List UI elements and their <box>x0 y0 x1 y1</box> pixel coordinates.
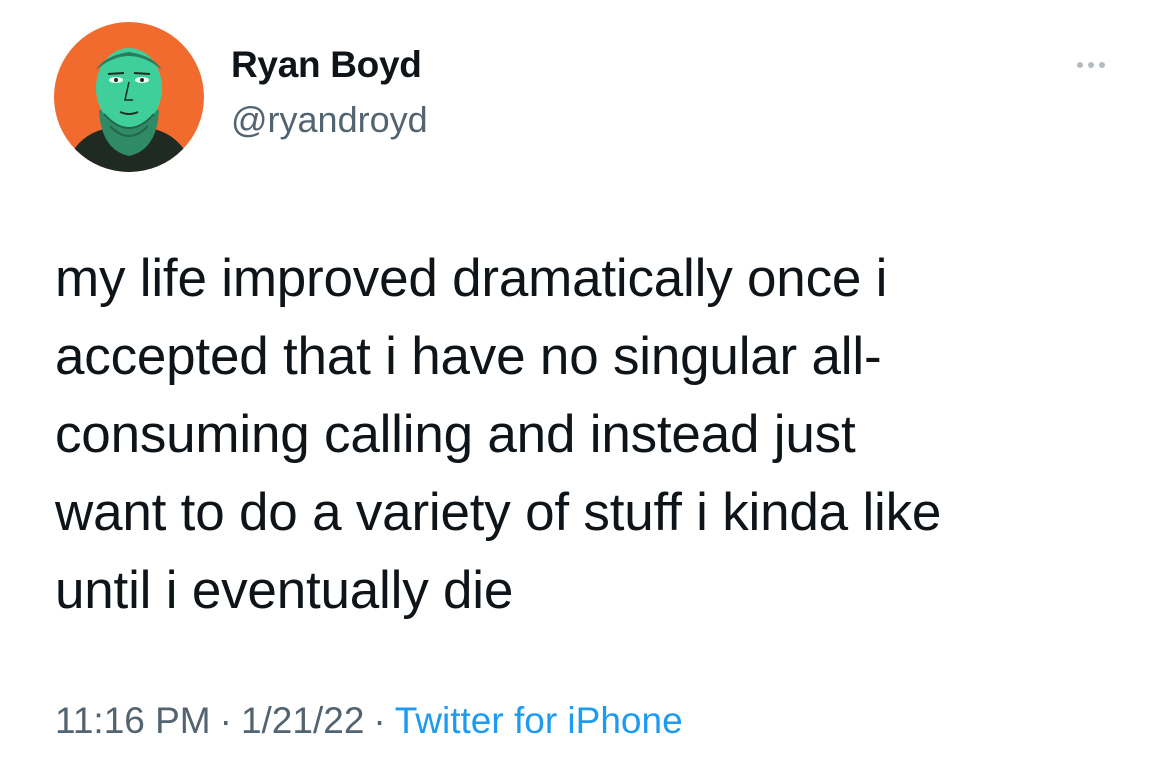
tweet-text-line: accepted that i have no singular all- <box>55 327 882 386</box>
author-handle[interactable]: @ryandroyd <box>231 99 428 141</box>
tweet-text-line: my life improved dramatically once i <box>55 249 888 308</box>
avatar-portrait-icon <box>54 22 204 172</box>
author-avatar[interactable] <box>54 22 204 172</box>
more-options-button[interactable] <box>1066 50 1116 80</box>
tweet-text: my life improved dramatically once i acc… <box>55 240 1135 630</box>
tweet-source-link[interactable]: Twitter for iPhone <box>395 700 683 741</box>
meta-separator: · <box>373 700 386 741</box>
tweet-card: Ryan Boyd @ryandroyd my life improved dr… <box>0 0 1170 766</box>
tweet-time[interactable]: 11:16 PM <box>55 700 211 741</box>
meta-separator: · <box>219 700 232 741</box>
ellipsis-icon <box>1077 62 1105 68</box>
tweet-date[interactable]: 1/21/22 <box>241 700 364 741</box>
tweet-text-line: want to do a variety of stuff i kinda li… <box>55 483 942 542</box>
tweet-text-line: consuming calling and instead just <box>55 405 856 464</box>
tweet-text-line: until i eventually die <box>55 561 514 620</box>
tweet-metadata: 11:16 PM · 1/21/22 · Twitter for iPhone <box>55 700 683 742</box>
author-display-name[interactable]: Ryan Boyd <box>231 44 422 86</box>
